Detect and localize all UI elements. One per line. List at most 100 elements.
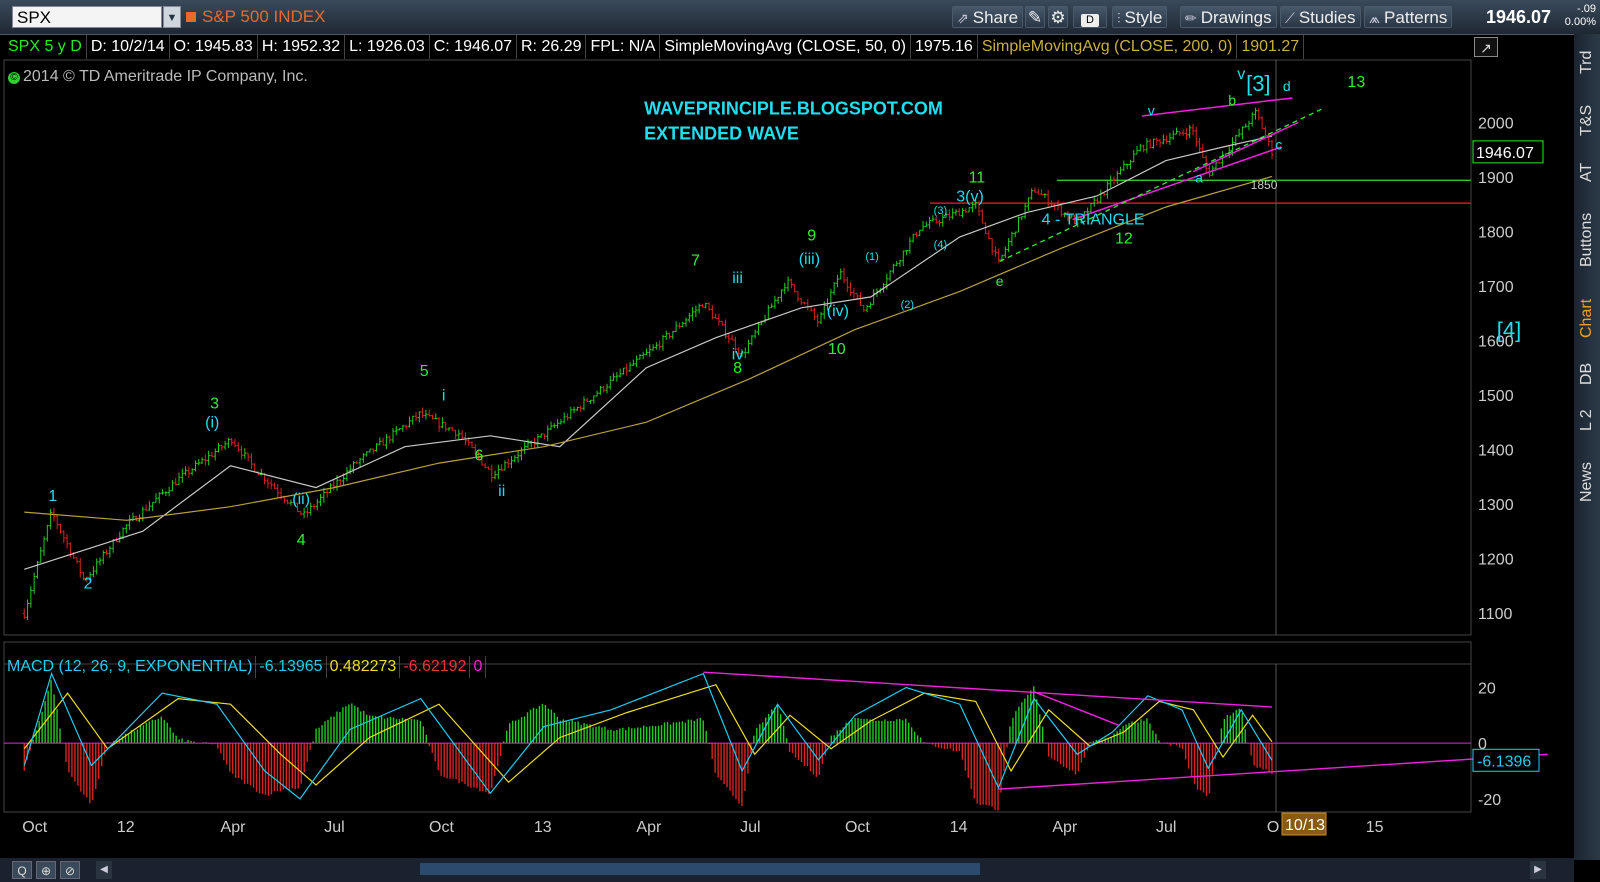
- x-tick-label: Oct: [845, 819, 870, 836]
- wedge-lower-line: [1193, 121, 1299, 173]
- wave-label: e: [996, 273, 1004, 289]
- date-highlight-label: 10/13: [1285, 817, 1325, 834]
- macd-line: [23, 671, 1273, 800]
- zoom-out-button[interactable]: ⊘: [60, 861, 80, 879]
- wave-label: 5: [420, 363, 429, 380]
- price-tick-label: 1400: [1478, 442, 1514, 459]
- zoom-out-icon: ⊘: [64, 864, 76, 878]
- x-tick-label: Apr: [1052, 819, 1078, 836]
- wave-label: 4: [297, 532, 306, 549]
- wave-label: c: [1275, 137, 1282, 153]
- wave-label: b: [1228, 92, 1236, 108]
- wave-label: WAVEPRINCIPLE.BLOGSPOT.COM: [644, 98, 943, 118]
- wave-label: 7: [691, 252, 700, 269]
- macd-diff: -6.62192: [400, 656, 471, 678]
- macd-value: -6.13965: [256, 656, 327, 678]
- scroll-left-button[interactable]: ◀: [96, 861, 112, 879]
- wedge-upper-line: [1142, 97, 1293, 117]
- scroll-right-icon: ▶: [1534, 864, 1542, 875]
- wave-label: a: [1195, 169, 1203, 185]
- wave-label: 1: [48, 488, 57, 505]
- x-tick-label: 15: [1366, 819, 1384, 836]
- scroll-left-icon: ◀: [100, 864, 108, 875]
- tab-at[interactable]: AT: [1574, 154, 1600, 190]
- wave-label: 9: [807, 228, 816, 245]
- tab-l2[interactable]: L 2: [1574, 400, 1600, 440]
- wave-label: (2): [901, 299, 914, 311]
- price-tick-label: 2000: [1478, 115, 1514, 132]
- price-tick-label: 1200: [1478, 551, 1514, 568]
- wave-label: iv: [732, 347, 744, 364]
- wave-label: (4): [934, 239, 947, 251]
- x-tick-label: Apr: [636, 819, 662, 836]
- wave-label: [4]: [1497, 318, 1521, 343]
- price-tick-label: 1800: [1478, 224, 1514, 241]
- x-tick-label: Oct: [22, 819, 47, 836]
- wave-label: EXTENDED WAVE: [644, 123, 799, 143]
- wave-label: v: [1148, 102, 1155, 118]
- tab-news[interactable]: News: [1574, 452, 1600, 512]
- tab-db[interactable]: DB: [1574, 356, 1600, 392]
- macd-tick-label: -20: [1478, 792, 1501, 809]
- macd-upper-trendline: [703, 671, 1273, 708]
- tab-buttons[interactable]: Buttons: [1574, 200, 1600, 280]
- tab-trd[interactable]: Trd: [1574, 42, 1600, 82]
- wave-label: 2: [84, 575, 93, 592]
- macd-signal-line: [23, 683, 1273, 786]
- macd-study-bar: MACD (12, 26, 9, EXPONENTIAL) -6.13965 0.4…: [4, 656, 487, 678]
- x-tick-label: 14: [950, 819, 968, 836]
- x-tick-label: Oct: [429, 819, 454, 836]
- zoom-in-button[interactable]: ⊕: [36, 861, 56, 879]
- wave-label: 11: [969, 169, 986, 186]
- x-tick-label: Jul: [740, 819, 760, 836]
- wave-label: 6: [474, 447, 483, 464]
- wave-label: i: [442, 387, 446, 404]
- price-tick-label: 1900: [1478, 170, 1514, 187]
- zoom-icon: Q: [17, 864, 27, 878]
- wave-label: 3(v): [956, 189, 984, 206]
- current-price-label: 1946.07: [1476, 145, 1534, 162]
- wave-label: (i): [205, 415, 219, 432]
- price-chart[interactable]: 1100120013001400150016001700180019002000…: [0, 0, 1574, 858]
- wave-label: d: [1283, 78, 1291, 94]
- macd-current-label: -6.1396: [1477, 753, 1531, 770]
- macd-tick-label: 20: [1478, 680, 1496, 697]
- wave-label: (ii): [292, 491, 310, 508]
- wave-label: 4 - TRIANGLE: [1042, 211, 1145, 228]
- scrollbar-thumb[interactable]: [420, 863, 980, 875]
- price-layer: [22, 60, 1471, 635]
- price-tick-label: 1700: [1478, 279, 1514, 296]
- wave-label: v: [1237, 66, 1245, 83]
- wave-label: 13: [1347, 74, 1365, 91]
- bottom-bar: Q ⊕ ⊘ ◀ ▶: [0, 858, 1574, 882]
- x-tick-label: 12: [117, 819, 135, 836]
- wave-label: 10: [828, 341, 846, 358]
- wave-label: (iii): [799, 251, 820, 268]
- macd-avg: 0.482273: [327, 656, 401, 678]
- axis-layer: 1100120013001400150016001700180019002000…: [22, 115, 1544, 836]
- wave-label: (iv): [827, 303, 849, 320]
- sma50-line: [24, 135, 1273, 570]
- x-tick-label: Apr: [221, 819, 247, 836]
- price-tick-label: 1300: [1478, 497, 1514, 514]
- wave-label: [3]: [1246, 71, 1270, 96]
- x-tick-label: O: [1267, 819, 1279, 836]
- wave-label: (3): [934, 205, 947, 217]
- right-tab-bar: Trd T&S AT Buttons Chart DB L 2 News: [1574, 34, 1600, 860]
- x-tick-label: Jul: [1156, 819, 1176, 836]
- tab-ts[interactable]: T&S: [1574, 96, 1600, 144]
- macd-zero: 0: [470, 656, 487, 678]
- price-tick-label: 1500: [1478, 388, 1514, 405]
- wave-label: iii: [732, 270, 743, 287]
- wave-label: 12: [1115, 230, 1133, 247]
- wave-label: 3: [210, 396, 219, 413]
- zoom-in-icon: ⊕: [40, 864, 52, 878]
- macd-label[interactable]: MACD (12, 26, 9, EXPONENTIAL): [4, 656, 257, 678]
- macd-pane-frame: [3, 663, 1472, 813]
- wave-label: 1850: [1251, 178, 1278, 192]
- scroll-right-button[interactable]: ▶: [1530, 861, 1546, 879]
- zoom-button[interactable]: Q: [12, 861, 32, 879]
- tab-chart[interactable]: Chart: [1574, 288, 1600, 348]
- x-tick-label: Jul: [324, 819, 344, 836]
- wave-label: ii: [498, 483, 505, 500]
